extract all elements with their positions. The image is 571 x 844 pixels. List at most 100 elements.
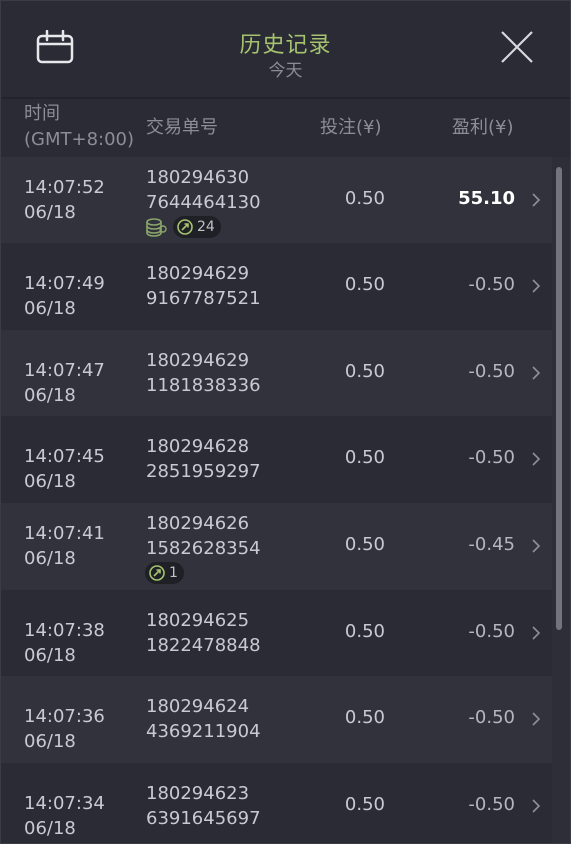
- row-time: 14:07:34 06/18: [24, 791, 105, 841]
- row-time: 14:07:45 06/18: [24, 444, 105, 494]
- free-spin-icon: [149, 565, 165, 581]
- row-profit: 55.10: [458, 188, 515, 209]
- row-bet: 0.50: [344, 274, 385, 295]
- row-date-value: 06/18: [24, 298, 76, 319]
- chevron-right-icon: [532, 626, 541, 640]
- page-title: 历史记录: [239, 33, 332, 58]
- row-date-value: 06/18: [24, 548, 76, 569]
- row-transaction-line1: 180294628: [146, 436, 250, 457]
- row-transaction-line2: 2851959297: [146, 461, 261, 482]
- chevron-right-icon: [532, 193, 541, 207]
- row-badges: 24: [145, 216, 221, 238]
- row-date-value: 06/18: [24, 471, 76, 492]
- free-spin-icon: [177, 219, 193, 235]
- row-profit: -0.45: [468, 534, 515, 555]
- row-transaction-line1: 180294624: [146, 696, 250, 717]
- row-transaction-line1: 180294625: [146, 610, 250, 631]
- row-time: 14:07:47 06/18: [24, 358, 105, 408]
- row-profit: -0.50: [468, 707, 515, 728]
- row-transaction-line1: 180294629: [146, 263, 250, 284]
- chevron-right-icon: [532, 799, 541, 813]
- chevron-right-icon: [532, 366, 541, 380]
- row-transaction-id: 180294629 9167787521: [146, 261, 261, 311]
- row-date-value: 06/18: [24, 202, 76, 223]
- row-bet: 0.50: [344, 534, 385, 555]
- row-date-value: 06/18: [24, 645, 76, 666]
- row-time: 14:07:36 06/18: [24, 704, 105, 754]
- row-badges: 1: [145, 562, 184, 584]
- row-time: 14:07:49 06/18: [24, 271, 105, 321]
- row-time-value: 14:07:52: [24, 177, 105, 198]
- table-row[interactable]: 14:07:34 06/18 180294623 6391645697 0.50…: [0, 763, 552, 844]
- table-row[interactable]: 14:07:52 06/18 180294630 7644464130 0.50…: [0, 157, 552, 243]
- chevron-right-icon: [532, 712, 541, 726]
- row-profit: -0.50: [468, 274, 515, 295]
- column-bet: 投注(¥): [320, 117, 382, 138]
- row-transaction-id: 180294626 1582628354: [146, 511, 261, 561]
- table-row[interactable]: 14:07:38 06/18 180294625 1822478848 0.50…: [0, 590, 552, 676]
- row-bet: 0.50: [344, 707, 385, 728]
- table-row[interactable]: 14:07:45 06/18 180294628 2851959297 0.50…: [0, 416, 552, 503]
- row-transaction-line2: 6391645697: [146, 808, 261, 829]
- date-filter-label[interactable]: 今天: [0, 56, 571, 81]
- column-time: 时间 (GMT+8:00): [24, 101, 134, 153]
- row-time-value: 14:07:47: [24, 360, 105, 381]
- row-bet: 0.50: [344, 794, 385, 815]
- row-bet: 0.50: [344, 188, 385, 209]
- row-profit: -0.50: [468, 361, 515, 382]
- chevron-right-icon: [532, 452, 541, 466]
- row-transaction-id: 180294628 2851959297: [146, 434, 261, 484]
- table-row[interactable]: 14:07:41 06/18 180294626 1582628354 0.50…: [0, 503, 552, 590]
- row-time: 14:07:38 06/18: [24, 618, 105, 668]
- history-list[interactable]: 14:07:52 06/18 180294630 7644464130 0.50…: [0, 157, 571, 844]
- row-transaction-line1: 180294626: [146, 513, 250, 534]
- row-transaction-id: 180294630 7644464130: [146, 165, 261, 215]
- row-transaction-id: 180294629 1181838336: [146, 348, 261, 398]
- free-spins-badge: 24: [173, 216, 221, 238]
- column-time-label: 时间: [24, 103, 60, 124]
- row-transaction-line1: 180294623: [146, 783, 250, 804]
- row-time: 14:07:41 06/18: [24, 521, 105, 571]
- row-transaction-id: 180294623 6391645697: [146, 781, 261, 831]
- row-transaction-line1: 180294630: [146, 167, 250, 188]
- row-transaction-line2: 1582628354: [146, 538, 261, 559]
- row-time-value: 14:07:41: [24, 523, 105, 544]
- row-profit: -0.50: [468, 794, 515, 815]
- table-row[interactable]: 14:07:47 06/18 180294629 1181838336 0.50…: [0, 330, 552, 416]
- row-date-value: 06/18: [24, 818, 76, 839]
- table-row[interactable]: 14:07:49 06/18 180294629 9167787521 0.50…: [0, 243, 552, 330]
- row-transaction-line2: 4369211904: [146, 721, 261, 742]
- row-transaction-line2: 7644464130: [146, 192, 261, 213]
- close-icon[interactable]: [500, 30, 534, 64]
- free-spins-count: 24: [197, 219, 215, 235]
- row-date-value: 06/18: [24, 385, 76, 406]
- row-time-value: 14:07:49: [24, 273, 105, 294]
- table-row[interactable]: 14:07:36 06/18 180294624 4369211904 0.50…: [0, 676, 552, 763]
- row-date-value: 06/18: [24, 731, 76, 752]
- row-transaction-line2: 1181838336: [146, 375, 261, 396]
- row-transaction-line2: 1822478848: [146, 635, 261, 656]
- row-profit: -0.50: [468, 621, 515, 642]
- row-transaction-id: 180294624 4369211904: [146, 694, 261, 744]
- coins-icon: [146, 218, 167, 237]
- row-transaction-id: 180294625 1822478848: [146, 608, 261, 658]
- column-header: 时间 (GMT+8:00) 交易单号 投注(¥) 盈利(¥): [0, 99, 571, 157]
- row-time: 14:07:52 06/18: [24, 175, 105, 225]
- row-transaction-line2: 9167787521: [146, 288, 261, 309]
- row-time-value: 14:07:34: [24, 793, 105, 814]
- row-time-value: 14:07:45: [24, 446, 105, 467]
- row-bet: 0.50: [344, 621, 385, 642]
- row-time-value: 14:07:38: [24, 620, 105, 641]
- column-timezone-label: (GMT+8:00): [24, 129, 135, 150]
- column-profit: 盈利(¥): [452, 117, 514, 138]
- row-bet: 0.50: [344, 447, 385, 468]
- header-bar: 历史记录 今天: [0, 0, 571, 99]
- chevron-right-icon: [532, 539, 541, 553]
- row-time-value: 14:07:36: [24, 706, 105, 727]
- scrollbar-thumb[interactable]: [556, 167, 562, 630]
- column-transaction: 交易单号: [146, 117, 218, 138]
- free-spins-count: 1: [169, 565, 178, 581]
- chevron-right-icon: [532, 279, 541, 293]
- row-profit: -0.50: [468, 447, 515, 468]
- row-transaction-line1: 180294629: [146, 350, 250, 371]
